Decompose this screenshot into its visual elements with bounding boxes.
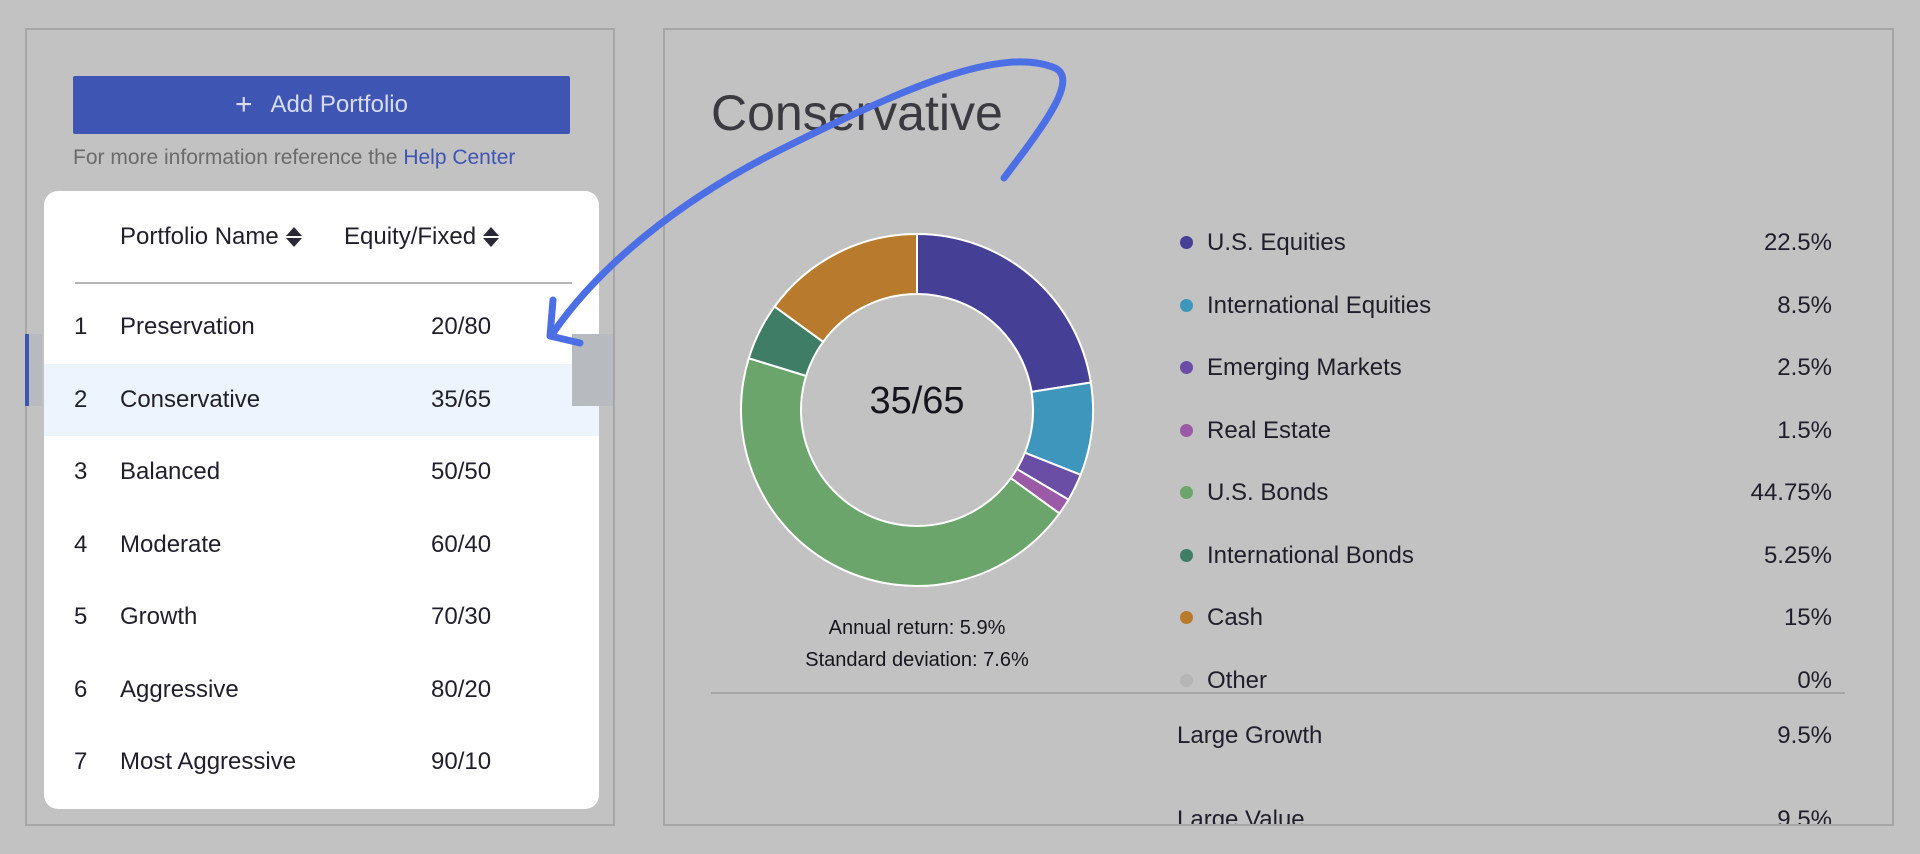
legend-value: 0% bbox=[1797, 666, 1832, 694]
subcategory-value: 9.5% bbox=[1777, 722, 1832, 749]
legend-item: International Bonds 5.25% bbox=[1177, 535, 1832, 575]
table-row[interactable]: 3 Balanced 50/50 bbox=[44, 436, 599, 508]
legend-color-dot bbox=[1180, 361, 1193, 374]
help-text-label: For more information reference the bbox=[73, 146, 404, 169]
legend-value: 1.5% bbox=[1777, 416, 1832, 444]
legend-item: Real Estate 1.5% bbox=[1177, 410, 1832, 450]
legend-value: 2.5% bbox=[1777, 354, 1832, 381]
header-portfolio-name[interactable]: Portfolio Name bbox=[120, 223, 302, 251]
row-ratio: 35/65 bbox=[431, 386, 492, 413]
row-index: 5 bbox=[74, 603, 88, 630]
row-name: Balanced bbox=[120, 458, 221, 485]
table-row[interactable]: 5 Growth 70/30 bbox=[44, 581, 599, 653]
legend-color-dot bbox=[1180, 298, 1193, 312]
row-index: 3 bbox=[74, 458, 88, 485]
legend-color-dot bbox=[1180, 548, 1193, 562]
legend-value: 22.5% bbox=[1763, 229, 1832, 256]
section-divider bbox=[711, 692, 1845, 694]
legend-item: Emerging Markets 2.5% bbox=[1177, 347, 1832, 387]
row-name: Moderate bbox=[120, 531, 222, 558]
legend-value: 15% bbox=[1783, 604, 1832, 631]
donut-center-label: 35/65 bbox=[869, 380, 965, 422]
add-portfolio-label: Add Portfolio bbox=[270, 91, 408, 118]
legend-label: Other bbox=[1207, 666, 1268, 694]
standard-deviation: Standard deviation: 7.6% bbox=[805, 649, 1029, 671]
legend-value: 5.25% bbox=[1763, 541, 1832, 569]
portfolio-title: Conservative bbox=[711, 85, 1003, 141]
legend-color-dot bbox=[1180, 673, 1193, 687]
portfolio-detail-panel: Conservative 35/65 Annual return: 5.9% S… bbox=[663, 28, 1894, 826]
selected-row-highlight-right bbox=[572, 334, 613, 406]
legend-label: Cash bbox=[1207, 604, 1264, 631]
table-row[interactable]: 4 Moderate 60/40 bbox=[44, 509, 599, 581]
header-divider bbox=[75, 282, 572, 284]
legend-color-dot bbox=[1180, 423, 1193, 437]
add-portfolio-button[interactable]: + Add Portfolio bbox=[73, 76, 570, 134]
donut-slice-u-s-equities[interactable] bbox=[916, 232, 1092, 393]
legend-item: U.S. Bonds 44.75% bbox=[1177, 472, 1832, 512]
table-row-selected[interactable]: 2 Conservative 35/65 bbox=[44, 364, 599, 436]
legend-label: International Bonds bbox=[1207, 541, 1414, 569]
row-index: 7 bbox=[74, 748, 88, 775]
subcategory-value: 9.5% bbox=[1777, 806, 1832, 826]
row-index: 2 bbox=[74, 386, 88, 413]
row-name: Conservative bbox=[120, 386, 261, 413]
row-index: 4 bbox=[74, 531, 88, 558]
row-index: 6 bbox=[74, 676, 88, 703]
selected-row-marker bbox=[25, 334, 29, 406]
legend-label: International Equities bbox=[1207, 291, 1432, 319]
legend-color-dot bbox=[1180, 236, 1193, 249]
legend-color-dot bbox=[1180, 611, 1193, 624]
row-ratio: 70/30 bbox=[431, 603, 492, 630]
row-ratio: 60/40 bbox=[431, 531, 492, 558]
legend-label: Emerging Markets bbox=[1207, 354, 1402, 381]
row-index: 1 bbox=[74, 313, 88, 340]
selected-row-highlight-left bbox=[29, 334, 42, 406]
row-name: Preservation bbox=[120, 313, 255, 340]
row-ratio: 50/50 bbox=[431, 458, 492, 485]
subcategory-name: Large Value bbox=[1177, 806, 1305, 826]
help-text: For more information reference the Help … bbox=[73, 146, 515, 170]
portfolio-list-panel: + Add Portfolio For more information ref… bbox=[25, 28, 615, 826]
header-equity-fixed[interactable]: Equity/Fixed bbox=[344, 223, 500, 251]
legend-item: Cash 15% bbox=[1177, 597, 1832, 637]
legend-label: U.S. Bonds bbox=[1207, 479, 1329, 506]
row-ratio: 90/10 bbox=[431, 748, 492, 775]
header-portfolio-name-label: Portfolio Name bbox=[120, 223, 279, 250]
legend-value: 44.75% bbox=[1750, 479, 1832, 506]
header-equity-fixed-label: Equity/Fixed bbox=[344, 223, 477, 250]
sort-icon[interactable] bbox=[285, 227, 302, 247]
table-row[interactable]: 6 Aggressive 80/20 bbox=[44, 654, 599, 726]
row-name: Most Aggressive bbox=[120, 748, 297, 775]
row-ratio: 80/20 bbox=[431, 676, 492, 703]
subcategory-name: Large Growth bbox=[1177, 722, 1323, 749]
row-ratio: 20/80 bbox=[431, 313, 492, 340]
plus-icon: + bbox=[235, 88, 253, 121]
legend-value: 8.5% bbox=[1777, 291, 1832, 319]
row-name: Aggressive bbox=[120, 676, 239, 703]
legend-item: International Equities 8.5% bbox=[1177, 285, 1832, 325]
legend-label: U.S. Equities bbox=[1207, 229, 1346, 256]
legend-item: U.S. Equities 22.5% bbox=[1177, 222, 1832, 262]
portfolio-table: Portfolio Name Equity/Fixed 1 Preservati… bbox=[44, 191, 599, 809]
table-row[interactable]: 7 Most Aggressive 90/10 bbox=[44, 726, 599, 798]
annual-return: Annual return: 5.9% bbox=[828, 617, 1006, 639]
help-center-link[interactable]: Help Center bbox=[403, 146, 515, 169]
row-name: Growth bbox=[120, 603, 198, 630]
legend-color-dot bbox=[1180, 486, 1193, 499]
sort-icon[interactable] bbox=[483, 227, 500, 247]
table-row[interactable]: 1 Preservation 20/80 bbox=[44, 291, 599, 363]
legend-label: Real Estate bbox=[1207, 416, 1332, 444]
